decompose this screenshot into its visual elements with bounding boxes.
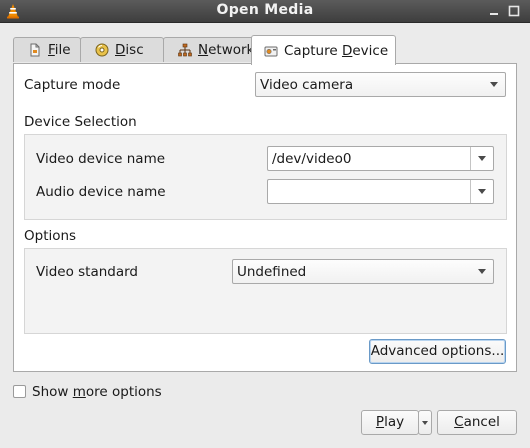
video-standard-label: Video standard — [36, 264, 138, 280]
tab-network[interactable]: Network — [163, 37, 263, 62]
video-device-value: /dev/video0 — [272, 151, 352, 167]
capture-mode-value: Video camera — [260, 77, 354, 93]
tab-network-label: Network — [198, 42, 255, 58]
network-icon — [178, 43, 192, 57]
video-standard-value: Undefined — [237, 264, 307, 280]
title-bar: Open Media — [0, 0, 530, 23]
play-button[interactable]: Play — [361, 410, 419, 435]
device-selection-group: Video device name /dev/video0 Audio devi… — [24, 134, 507, 220]
video-device-label: Video device name — [36, 151, 166, 167]
chevron-down-icon[interactable] — [470, 147, 493, 170]
tab-file-label: File — [48, 42, 71, 58]
advanced-options-button[interactable]: Advanced options... — [369, 339, 506, 364]
video-device-combo[interactable]: /dev/video0 — [267, 146, 494, 171]
show-more-options-checkbox[interactable] — [13, 385, 26, 398]
tab-file[interactable]: File — [13, 37, 81, 62]
capture-device-panel: Capture mode Video camera Device Selecti… — [13, 63, 517, 372]
device-selection-heading: Device Selection — [24, 114, 137, 130]
file-icon — [30, 43, 40, 57]
chevron-down-icon — [422, 421, 428, 425]
capture-mode-label: Capture mode — [24, 77, 121, 93]
play-dropdown-button[interactable] — [418, 410, 432, 435]
tab-capture-device[interactable]: Capture Device — [251, 35, 396, 65]
video-standard-select[interactable]: Undefined — [232, 259, 494, 284]
tab-capture-device-label: Capture Device — [284, 42, 389, 59]
options-group: Video standard Undefined — [24, 248, 507, 334]
minimize-icon[interactable] — [487, 4, 501, 18]
cancel-button[interactable]: Cancel — [437, 410, 517, 435]
window-title: Open Media — [216, 2, 314, 18]
options-heading: Options — [24, 228, 77, 244]
chevron-down-icon — [471, 260, 493, 283]
capture-device-icon — [264, 46, 278, 56]
audio-device-combo[interactable] — [267, 179, 494, 204]
tab-disc[interactable]: Disc — [80, 37, 164, 62]
disc-icon — [95, 43, 109, 57]
audio-device-label: Audio device name — [36, 184, 166, 200]
chevron-down-icon[interactable] — [470, 180, 493, 203]
capture-mode-select[interactable]: Video camera — [255, 72, 506, 97]
chevron-down-icon — [483, 73, 505, 96]
maximize-icon[interactable] — [507, 4, 521, 18]
tab-disc-label: Disc — [115, 42, 144, 58]
show-more-options-label[interactable]: Show more options — [32, 384, 162, 400]
